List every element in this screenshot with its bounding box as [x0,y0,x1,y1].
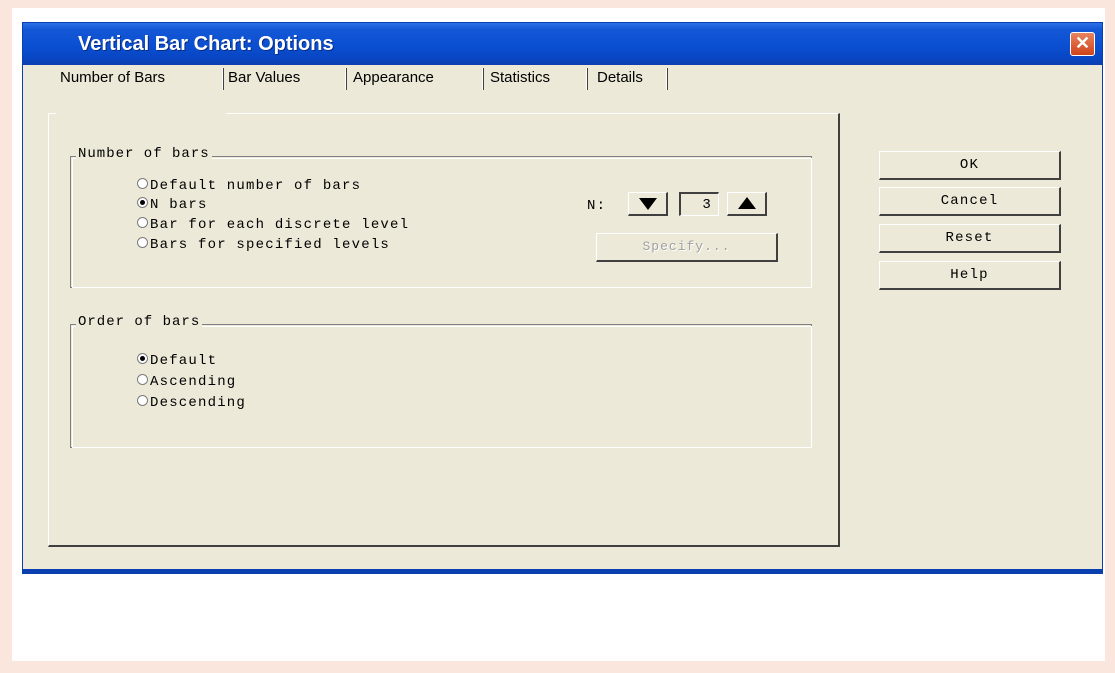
tab-label: Details [597,69,643,86]
radio-label: N bars [150,197,208,213]
reset-button[interactable]: Reset [879,224,1061,253]
tab-divider [586,68,588,90]
tab-divider [222,68,224,90]
page-border-top [0,0,1115,8]
tab-label: Statistics [490,69,551,86]
radio-icon [137,237,148,248]
button-label: OK [959,157,980,173]
radio-order-ascending[interactable]: Ascending [137,373,236,391]
tab-divider [482,68,484,90]
radio-label: Default number of bars [150,178,362,194]
dialog-title: Vertical Bar Chart: Options [78,33,334,55]
radio-n-bars[interactable]: N bars [137,196,208,214]
tab-statistics[interactable]: Statistics [490,67,550,89]
help-button[interactable]: Help [879,261,1061,290]
radio-checked-icon [137,353,148,364]
radio-label: Ascending [150,374,237,390]
tab-details[interactable]: Details [597,67,643,89]
tab-appearance[interactable]: Appearance [353,67,434,89]
group-title: Order of bars [76,314,203,330]
page-border-left [0,0,12,673]
button-label: Reset [945,230,994,246]
close-button[interactable]: ✕ [1070,32,1095,56]
radio-order-default[interactable]: Default [137,352,217,370]
tab-label: Bar Values [228,69,301,86]
title-bar[interactable]: Vertical Bar Chart: Options ✕ [23,23,1102,65]
radio-icon [137,395,148,406]
page-border-bottom [0,661,1115,673]
radio-default-number[interactable]: Default number of bars [137,177,361,195]
down-arrow-icon [639,198,657,210]
button-label: Specify... [642,239,731,254]
radio-checked-icon [137,197,148,208]
radio-icon [137,217,148,228]
tab-divider [345,68,347,90]
up-arrow-icon [738,197,756,209]
page-border-right [1105,0,1115,673]
specify-button[interactable]: Specify... [596,233,778,262]
button-label: Cancel [940,193,999,209]
cancel-button[interactable]: Cancel [879,187,1061,216]
radio-label: Bars for specified levels [150,237,391,253]
radio-label: Default [150,353,218,369]
tab-bar-values[interactable]: Bar Values [228,67,300,89]
tab-divider [666,68,668,90]
n-value-field[interactable]: 3 [679,192,719,216]
tab-label: Number of Bars [60,69,166,86]
radio-specified-levels[interactable]: Bars for specified levels [137,236,390,254]
ok-button[interactable]: OK [879,151,1061,180]
active-tab-join [56,109,226,115]
radio-label: Bar for each discrete level [150,217,410,233]
radio-icon [137,374,148,385]
decrement-button[interactable] [628,192,668,216]
tab-label: Appearance [353,69,434,86]
increment-button[interactable] [727,192,767,216]
radio-label: Descending [150,395,247,411]
radio-icon [137,178,148,189]
dialog-bottom-edge [23,569,1102,573]
button-label: Help [950,267,989,283]
group-title: Number of bars [76,146,212,162]
radio-each-discrete-level[interactable]: Bar for each discrete level [137,216,409,234]
tab-number-of-bars[interactable]: Number of Bars [60,67,165,89]
close-icon: ✕ [1074,33,1091,53]
radio-order-descending[interactable]: Descending [137,394,246,412]
n-label: N: [587,198,607,214]
